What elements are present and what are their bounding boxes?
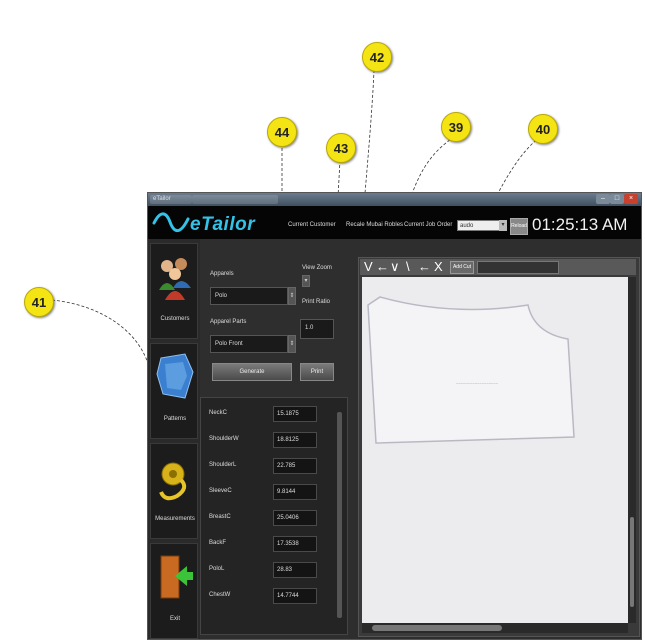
measurement-value[interactable]: 17.3538 (273, 536, 317, 552)
measurement-name: BreastC (209, 514, 231, 520)
tool-arrow-left[interactable]: ← (376, 260, 389, 274)
customers-icon (159, 258, 191, 300)
measurement-name: NeckC (209, 410, 228, 416)
pattern-piece-label: ~~~~~~~~~~~~~~~~~~ (456, 381, 499, 386)
canvas-horizontal-scrollbar[interactable] (362, 623, 628, 633)
measurement-value[interactable]: 22.785 (273, 458, 317, 474)
close-button[interactable]: × (624, 194, 638, 204)
window-titlebar: eTailor – □ × (148, 193, 641, 206)
maximize-button[interactable]: □ (610, 194, 624, 204)
app-header: eTailor Current Customer Recale Mubai Ro… (148, 206, 641, 239)
measuring-tape-icon (159, 462, 187, 501)
nav-label-measurements: Measurements (155, 516, 195, 522)
nav-label-patterns: Patterns (163, 416, 187, 422)
measurement-value[interactable]: 15.1875 (273, 406, 317, 422)
print-ratio-label: Print Ratio (302, 299, 331, 305)
nav-label-customers: Customers (160, 316, 190, 322)
toolbar-field[interactable] (477, 261, 559, 274)
nav-item-measurements[interactable]: Measurements (150, 443, 198, 539)
chevron-down-icon[interactable]: ▾ (499, 220, 507, 231)
measurements-scrollbar[interactable] (337, 412, 342, 618)
callout-39: 39 (441, 112, 471, 142)
measurement-name: ShoulderW (209, 436, 239, 442)
callout-40: 40 (528, 114, 558, 144)
nav-item-patterns[interactable]: Patterns (150, 343, 198, 439)
measurement-name: ChestW (209, 592, 231, 598)
nav-label-exit: Exit (169, 616, 180, 622)
tool-arrow-left-2[interactable]: ← (418, 260, 431, 274)
menu-current-job-order[interactable]: Current Job Order (404, 222, 452, 228)
measurement-value[interactable]: 14.7744 (273, 588, 317, 604)
callout-44: 44 (267, 117, 297, 147)
titlebar-app-tab[interactable]: eTailor (150, 195, 192, 204)
reload-button[interactable]: Reload (510, 218, 528, 235)
measurement-name: ShoulderL (209, 462, 237, 468)
tool-delete[interactable]: X (434, 260, 443, 274)
nav-item-customers[interactable]: Customers (150, 243, 198, 339)
view-zoom-stepper[interactable]: ▾ (302, 275, 310, 287)
tool-curve[interactable]: ∨ (390, 260, 400, 274)
callout-43: 43 (326, 133, 356, 163)
generate-button[interactable]: Generate (212, 363, 292, 381)
apparel-parts-label: Apparel Parts (210, 319, 247, 325)
measurement-value[interactable]: 9.8144 (273, 484, 317, 500)
left-nav: Customers Patterns Measurements Exit (148, 239, 200, 639)
apparel-select[interactable]: Polo (210, 287, 288, 305)
view-zoom-label: View Zoom (302, 265, 332, 271)
minimize-button[interactable]: – (596, 194, 610, 204)
apparel-part-select-arrow-icon[interactable]: ⇕ (288, 335, 296, 353)
exit-door-icon (160, 555, 193, 599)
callout-42: 42 (362, 42, 392, 72)
measurement-name: BackF (209, 540, 227, 546)
apparel-part-select[interactable]: Polo Front (210, 335, 288, 353)
job-order-select[interactable]: audo (457, 220, 501, 231)
logo-wave-icon (152, 212, 190, 233)
apparels-label: Apparels (210, 271, 234, 277)
horizontal-scroll-thumb[interactable] (372, 625, 502, 631)
measurement-name: PoloL (209, 566, 225, 572)
clock-display: 01:25:13 AM (532, 215, 628, 234)
patterns-icon (156, 353, 194, 399)
canvas-vertical-scrollbar[interactable] (628, 277, 636, 623)
add-cut-button[interactable]: Add Cut (450, 261, 474, 274)
etailor-window: eTailor – □ × eTailor Current Customer R… (147, 192, 642, 640)
pattern-drawing-area[interactable]: ~~~~~~~~~~~~~~~~~~ (362, 277, 628, 623)
measurement-name: SleeveC (209, 488, 232, 494)
apparel-select-arrow-icon[interactable]: ⇕ (288, 287, 296, 305)
tool-v[interactable]: V (364, 260, 373, 274)
measurement-value[interactable]: 25.0406 (273, 510, 317, 526)
print-button[interactable]: Print (300, 363, 334, 381)
menu-current-customer[interactable]: Current Customer (288, 222, 336, 228)
tool-line[interactable]: \ (406, 260, 410, 274)
drawing-toolbar: V ← ∨ \ ← X Add Cut (360, 259, 636, 275)
measurement-value[interactable]: 18.8125 (273, 432, 317, 448)
measurements-list: NeckC 15.1875 ShoulderW 18.8125 Shoulder… (200, 397, 348, 635)
app-logo: eTailor (190, 214, 256, 235)
print-ratio-input[interactable]: 1.0 (300, 319, 334, 339)
polo-front-pattern (367, 296, 575, 444)
measurement-value[interactable]: 28.83 (273, 562, 317, 578)
vertical-scroll-thumb[interactable] (630, 517, 634, 607)
menu-customer-name[interactable]: Recale Mubai Robles (346, 222, 403, 228)
titlebar-tab-2[interactable] (192, 195, 278, 204)
nav-item-exit[interactable]: Exit (150, 543, 198, 639)
callout-41: 41 (24, 287, 54, 317)
